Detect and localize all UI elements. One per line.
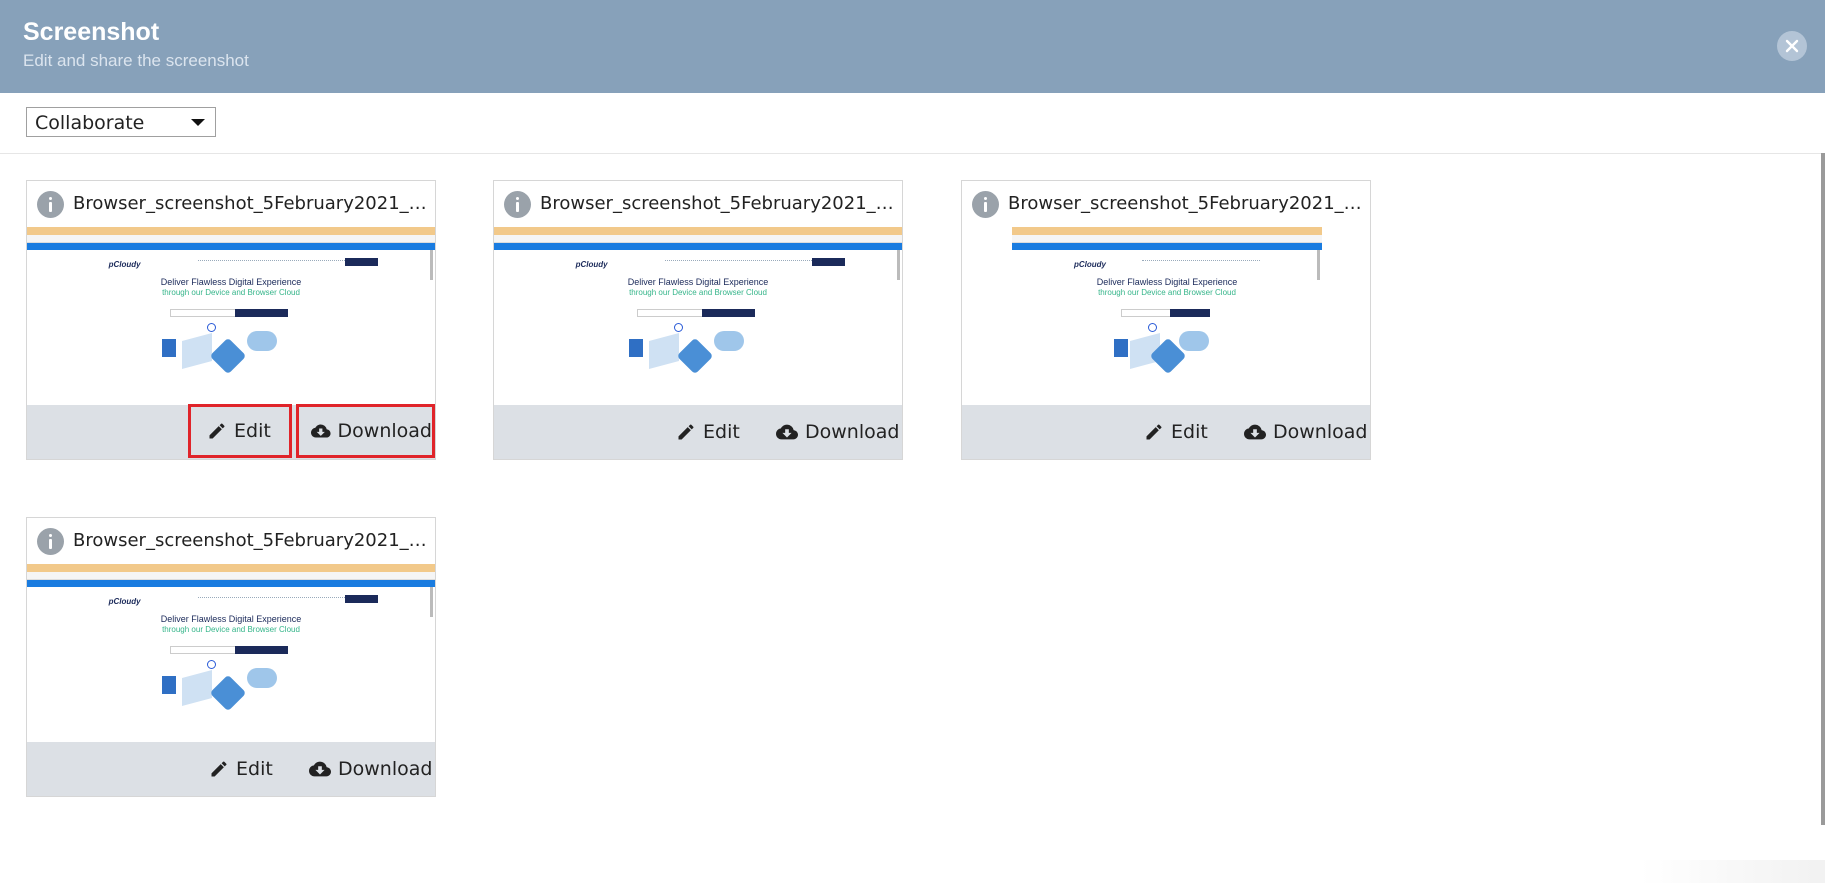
close-button[interactable] (1777, 31, 1807, 61)
modal-header: Screenshot Edit and share the screenshot (0, 0, 1825, 93)
vertical-scrollbar[interactable] (1821, 153, 1825, 825)
modal-title: Screenshot (23, 18, 160, 46)
edit-button-label: Edit (1171, 421, 1208, 443)
card-header: Browser_screenshot_5February2021_20_... (494, 181, 902, 228)
download-button[interactable]: Download (764, 405, 902, 459)
info-icon[interactable] (972, 191, 999, 218)
card-header: Browser_screenshot_5February2021_20_... (962, 181, 1370, 228)
card-actions: Edit Download (27, 742, 435, 796)
toolbar: Collaborate (0, 93, 1825, 154)
download-button-label: Download (1273, 421, 1368, 443)
screenshot-card: Browser_screenshot_5February2021_20_... … (961, 180, 1371, 460)
preview-logo: pCloudy (108, 260, 141, 269)
modal-subtitle: Edit and share the screenshot (23, 51, 249, 70)
edit-button-label: Edit (236, 758, 273, 780)
view-mode-value: Collaborate (35, 112, 145, 134)
preview-headline: Deliver Flawless Digital Experience (160, 277, 302, 287)
preview-headline: Deliver Flawless Digital Experience (1096, 277, 1238, 287)
cloud-download-icon (311, 424, 331, 438)
screenshot-card: Browser_screenshot_5February2021_20_... … (26, 180, 436, 460)
edit-button[interactable]: Edit (188, 404, 292, 458)
card-title: Browser_screenshot_5February2021_20_... (540, 193, 896, 214)
card-actions: Edit Download (962, 405, 1370, 459)
download-button-label: Download (338, 758, 433, 780)
download-button-label: Download (337, 420, 432, 442)
card-header: Browser_screenshot_5February2021_20_... (27, 181, 435, 228)
preview-headline: Deliver Flawless Digital Experience (160, 614, 302, 624)
edit-button[interactable]: Edit (1128, 405, 1228, 459)
preview-logo: pCloudy (1074, 260, 1106, 269)
cloud-download-icon (309, 761, 331, 777)
edit-button[interactable]: Edit (660, 405, 760, 459)
corner-shadow (1640, 860, 1825, 883)
info-icon[interactable] (504, 191, 531, 218)
pencil-icon (211, 761, 227, 777)
edit-button-label: Edit (234, 420, 271, 442)
close-icon (1785, 39, 1799, 53)
preview-subline: through our Device and Browser Cloud (162, 288, 300, 297)
preview-subline: through our Device and Browser Cloud (629, 288, 767, 297)
preview-logo: pCloudy (108, 597, 141, 606)
preview-logo: pCloudy (575, 260, 608, 269)
card-actions: Edit Download (27, 404, 435, 459)
pencil-icon (1146, 424, 1162, 440)
card-actions: Edit Download (494, 405, 902, 459)
download-button[interactable]: Download (297, 742, 435, 796)
screenshot-card: Browser_screenshot_5February2021_20_... … (26, 517, 436, 797)
cloud-download-icon (1244, 424, 1266, 440)
pencil-icon (678, 424, 694, 440)
view-mode-select[interactable]: Collaborate (26, 107, 216, 137)
card-header: Browser_screenshot_5February2021_20_... (27, 518, 435, 565)
info-icon[interactable] (37, 528, 64, 555)
preview-subline: through our Device and Browser Cloud (1098, 288, 1236, 297)
cloud-download-icon (776, 424, 798, 440)
card-title: Browser_screenshot_5February2021_20_... (73, 530, 429, 551)
download-button-label: Download (805, 421, 900, 443)
preview-headline: Deliver Flawless Digital Experience (627, 277, 769, 287)
card-title: Browser_screenshot_5February2021_20_... (73, 193, 429, 214)
edit-button[interactable]: Edit (193, 742, 293, 796)
download-button[interactable]: Download (296, 404, 435, 458)
screenshot-card: Browser_screenshot_5February2021_20_... … (493, 180, 903, 460)
edit-button-label: Edit (703, 421, 740, 443)
info-icon[interactable] (37, 191, 64, 218)
download-button[interactable]: Download (1232, 405, 1370, 459)
preview-subline: through our Device and Browser Cloud (162, 625, 300, 634)
chevron-down-icon (191, 119, 205, 126)
card-title: Browser_screenshot_5February2021_20_... (1008, 193, 1364, 214)
pencil-icon (209, 423, 225, 439)
